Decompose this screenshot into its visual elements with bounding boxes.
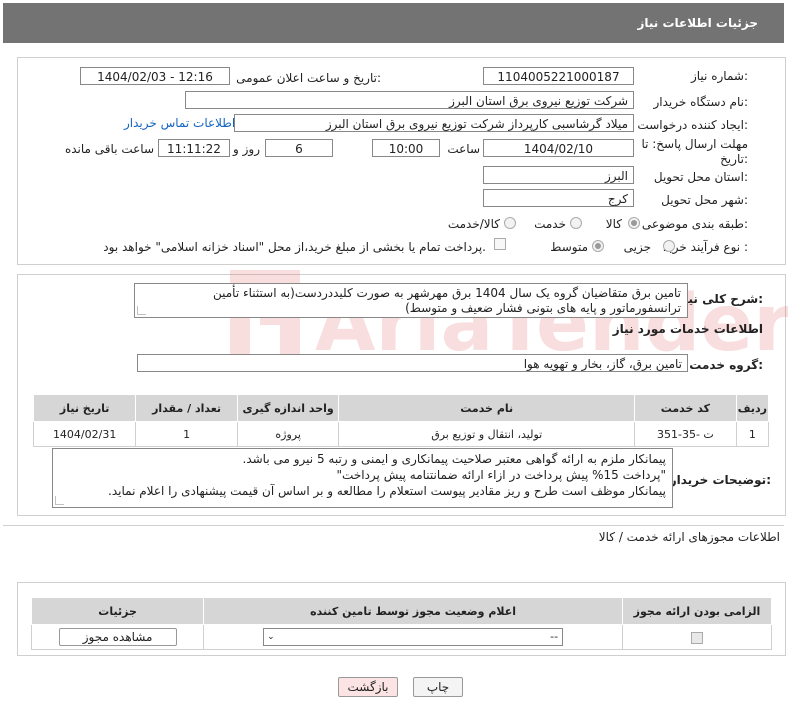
col-permit-status: اعلام وضعیت مجوز توسط تامین کننده <box>203 597 623 625</box>
category-goods-label: کالا <box>605 217 622 231</box>
category-goods-service-label: کالا/خدمت <box>447 217 500 231</box>
need-number-field: 1104005221000187 <box>483 67 634 85</box>
services-table: ردیف کد خدمت نام خدمت واحد اندازه گیری ت… <box>32 394 770 447</box>
col-permit-required: الزامی بودن ارائه مجوز <box>621 597 773 625</box>
summary-label: شرح کلی نیاز: <box>677 292 763 306</box>
col-permit-details: جزئیات <box>30 597 205 625</box>
service-code: ت -35-351 <box>633 421 737 447</box>
permit-required-checkbox <box>690 631 703 644</box>
process-label: نوع فرآیند خرید : <box>663 240 748 254</box>
process-minor-radio[interactable] <box>663 240 675 252</box>
announce-label: تاریخ و ساعت اعلان عمومی: <box>236 71 381 85</box>
page-title: جزئیات اطلاعات نیاز <box>637 16 758 30</box>
time-remaining-field: 11:11:22 <box>158 139 230 157</box>
announce-datetime-field: 1404/02/03 - 12:16 <box>80 67 230 85</box>
province-label: استان محل تحویل: <box>653 170 748 184</box>
buyer-note-line: پیمانکار موظف است طرح و ریز مقادیر پیوست… <box>108 484 666 498</box>
need-number-label: شماره نیاز: <box>690 69 748 83</box>
time-remaining-label: ساعت باقی مانده <box>64 142 154 156</box>
category-label: طبقه بندی موضوعی: <box>641 217 748 231</box>
buyer-org-label: نام دستگاه خریدار: <box>653 95 749 109</box>
need-date: 1404/02/31 <box>32 421 137 447</box>
creator-label: ایجاد کننده درخواست: <box>637 118 748 132</box>
city-label: شهر محل تحویل: <box>661 193 748 207</box>
permits-table: الزامی بودن ارائه مجوز اعلام وضعیت مجوز … <box>30 597 773 650</box>
services-table-header: ردیف کد خدمت نام خدمت واحد اندازه گیری ت… <box>32 394 770 422</box>
buyer-org-field: شرکت توزیع نیروی برق استان البرز <box>185 91 634 109</box>
buyer-note-line: پیمانکار ملزم به ارائه گواهی معتبر صلاحی… <box>242 452 666 466</box>
service-name: تولید، انتقال و توزیع برق <box>338 421 635 447</box>
services-section-title: اطلاعات خدمات مورد نیاز <box>612 322 763 336</box>
deadline-label-line2: تاریخ: <box>720 152 748 166</box>
province-field: البرز <box>483 166 634 184</box>
category-service-radio[interactable] <box>570 217 582 229</box>
category-service-label: خدمت <box>534 217 566 231</box>
col-need-date: تاریخ نیاز <box>32 394 137 422</box>
summary-text: تامین برق متقاضیان گروه یک سال 1404 برق … <box>213 286 681 315</box>
service-group-label: گروه خدمت: <box>689 358 763 372</box>
permits-table-header: الزامی بودن ارائه مجوز اعلام وضعیت مجوز … <box>30 597 773 625</box>
deadline-label-line1: مهلت ارسال پاسخ: تا <box>641 137 748 151</box>
permit-status-value: -- <box>550 630 559 643</box>
print-button[interactable]: چاپ <box>413 677 463 697</box>
treasury-payment-note: پرداخت تمام یا بخشی از مبلغ خرید،از محل … <box>103 240 486 254</box>
deadline-time-label: ساعت <box>447 142 480 156</box>
permit-required-cell <box>621 624 773 650</box>
back-button[interactable]: بازگشت <box>338 677 398 697</box>
process-medium-label: متوسط <box>550 240 588 254</box>
resize-handle-icon[interactable] <box>55 496 64 505</box>
city-field: کرج <box>483 189 634 207</box>
col-row: ردیف <box>735 394 770 422</box>
col-unit: واحد اندازه گیری <box>236 394 340 422</box>
permit-status-select[interactable]: -- ⌄ <box>263 628 564 646</box>
view-permit-button[interactable]: مشاهده مجوز <box>58 628 177 646</box>
deadline-label: مهلت ارسال پاسخ: تا تاریخ: <box>641 137 748 167</box>
service-group-field: تامین برق، گاز، بخار و تهویه هوا <box>137 354 688 372</box>
deadline-date-field: 1404/02/10 <box>483 139 634 157</box>
buyer-notes-label: توضیحات خریدار: <box>669 473 771 487</box>
buyer-notes-textarea: پیمانکار ملزم به ارائه گواهی معتبر صلاحی… <box>52 448 673 508</box>
category-goods-service-radio[interactable] <box>504 217 516 229</box>
category-goods-radio[interactable] <box>628 217 640 229</box>
buyer-contact-link[interactable]: اطلاعات تماس خریدار <box>124 116 235 130</box>
process-medium-radio[interactable] <box>592 240 604 252</box>
table-row: -- ⌄ مشاهده مجوز <box>30 624 773 650</box>
permit-details-cell: مشاهده مجوز <box>30 624 205 650</box>
process-minor-label: جزیی <box>623 240 651 254</box>
days-remaining-field: 6 <box>265 139 333 157</box>
buyer-note-line: "پرداخت 15% پیش پرداخت در ازاء ارائه ضما… <box>336 468 666 482</box>
days-label: روز و <box>233 142 260 156</box>
permits-title: اطلاعات مجوزهای ارائه خدمت / کالا <box>598 530 780 544</box>
permits-divider <box>3 525 784 526</box>
col-service-code: کد خدمت <box>633 394 737 422</box>
resize-handle-icon[interactable] <box>137 306 146 315</box>
creator-field: میلاد گرشاسبی کارپرداز شرکت توزیع نیروی … <box>234 114 634 132</box>
col-service-name: نام خدمت <box>338 394 635 422</box>
treasury-payment-checkbox[interactable] <box>494 238 506 250</box>
col-quantity: تعداد / مقدار <box>135 394 238 422</box>
quantity: 1 <box>135 421 238 447</box>
unit: پروژه <box>236 421 340 447</box>
permit-status-cell: -- ⌄ <box>203 624 623 650</box>
deadline-time-field: 10:00 <box>372 139 440 157</box>
table-row: 1 ت -35-351 تولید، انتقال و توزیع برق پر… <box>32 421 770 447</box>
row-number: 1 <box>735 421 770 447</box>
summary-textarea: تامین برق متقاضیان گروه یک سال 1404 برق … <box>134 283 688 318</box>
page-header: جزئیات اطلاعات نیاز <box>3 3 784 43</box>
chevron-down-icon: ⌄ <box>267 632 275 642</box>
